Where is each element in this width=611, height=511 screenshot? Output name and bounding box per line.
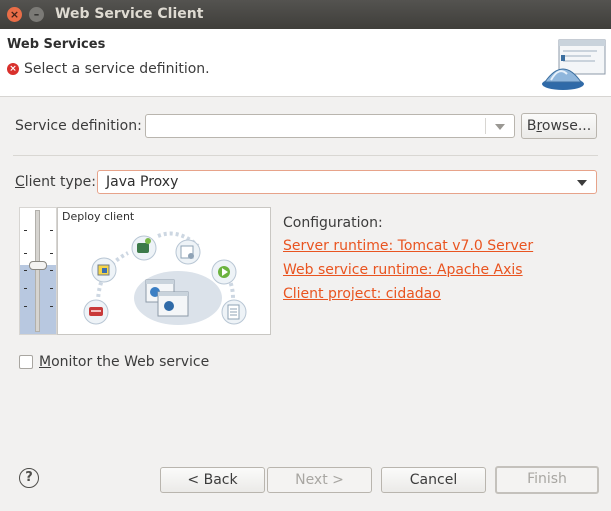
deploy-icon — [131, 235, 157, 261]
browse-button[interactable]: Browse... — [521, 113, 597, 139]
slider-tick — [24, 253, 27, 254]
assemble-icon — [91, 257, 117, 283]
window-title: Web Service Client — [55, 6, 204, 22]
finish-button[interactable]: Finish — [495, 466, 599, 494]
wizard-banner: Web Services × Select a service definiti… — [0, 29, 611, 97]
slider-thumb[interactable] — [29, 261, 47, 270]
page-title: Web Services — [7, 37, 106, 52]
slider-tick — [50, 306, 53, 307]
web-service-wizard-icon — [542, 39, 606, 90]
configuration-title: Configuration: — [283, 215, 383, 231]
service-definition-combo[interactable] — [145, 114, 515, 138]
client-type-label: Client type: — [15, 174, 96, 190]
chevron-down-icon[interactable] — [568, 171, 596, 193]
slider-tick — [24, 288, 27, 289]
client-type-value[interactable]: Java Proxy — [106, 174, 178, 190]
minimize-window-icon[interactable]: – — [29, 7, 44, 22]
server-runtime-link[interactable]: Server runtime: Tomcat v7.0 Server — [283, 238, 533, 254]
client-level-slider[interactable] — [19, 207, 57, 335]
test-icon — [221, 299, 247, 325]
service-icon — [175, 239, 201, 265]
slider-tick — [50, 253, 53, 254]
service-definition-label: Service definition: — [15, 118, 142, 134]
monitor-checkbox[interactable] — [19, 355, 33, 369]
back-button[interactable]: < Back — [160, 467, 265, 493]
title-bar[interactable]: × – Web Service Client — [0, 0, 611, 29]
close-window-icon[interactable]: × — [7, 7, 22, 22]
monitor-label[interactable]: Monitor the Web service — [39, 354, 209, 370]
slider-tick — [50, 230, 53, 231]
slider-tick — [24, 230, 27, 231]
slider-track[interactable] — [35, 210, 40, 332]
deployment-cycle-graphic — [83, 231, 247, 325]
client-project-link[interactable]: Client project: cidadao — [283, 286, 441, 302]
slider-tick — [24, 270, 27, 271]
chevron-down-icon[interactable] — [486, 115, 514, 137]
slider-tick — [24, 306, 27, 307]
web-service-runtime-link[interactable]: Web service runtime: Apache Axis — [283, 262, 523, 278]
deploy-client-diagram: Deploy client — [57, 207, 271, 335]
next-button[interactable]: Next > — [267, 467, 372, 493]
run-icon — [211, 259, 237, 285]
error-message: Select a service definition. — [24, 61, 210, 77]
error-icon: × — [7, 63, 19, 75]
install-icon — [83, 299, 109, 325]
client-type-combo[interactable]: Java Proxy — [97, 170, 597, 194]
help-icon[interactable]: ? — [19, 468, 39, 488]
slider-tick — [50, 270, 53, 271]
cancel-button[interactable]: Cancel — [381, 467, 486, 493]
divider — [13, 155, 598, 156]
slider-tick — [50, 288, 53, 289]
